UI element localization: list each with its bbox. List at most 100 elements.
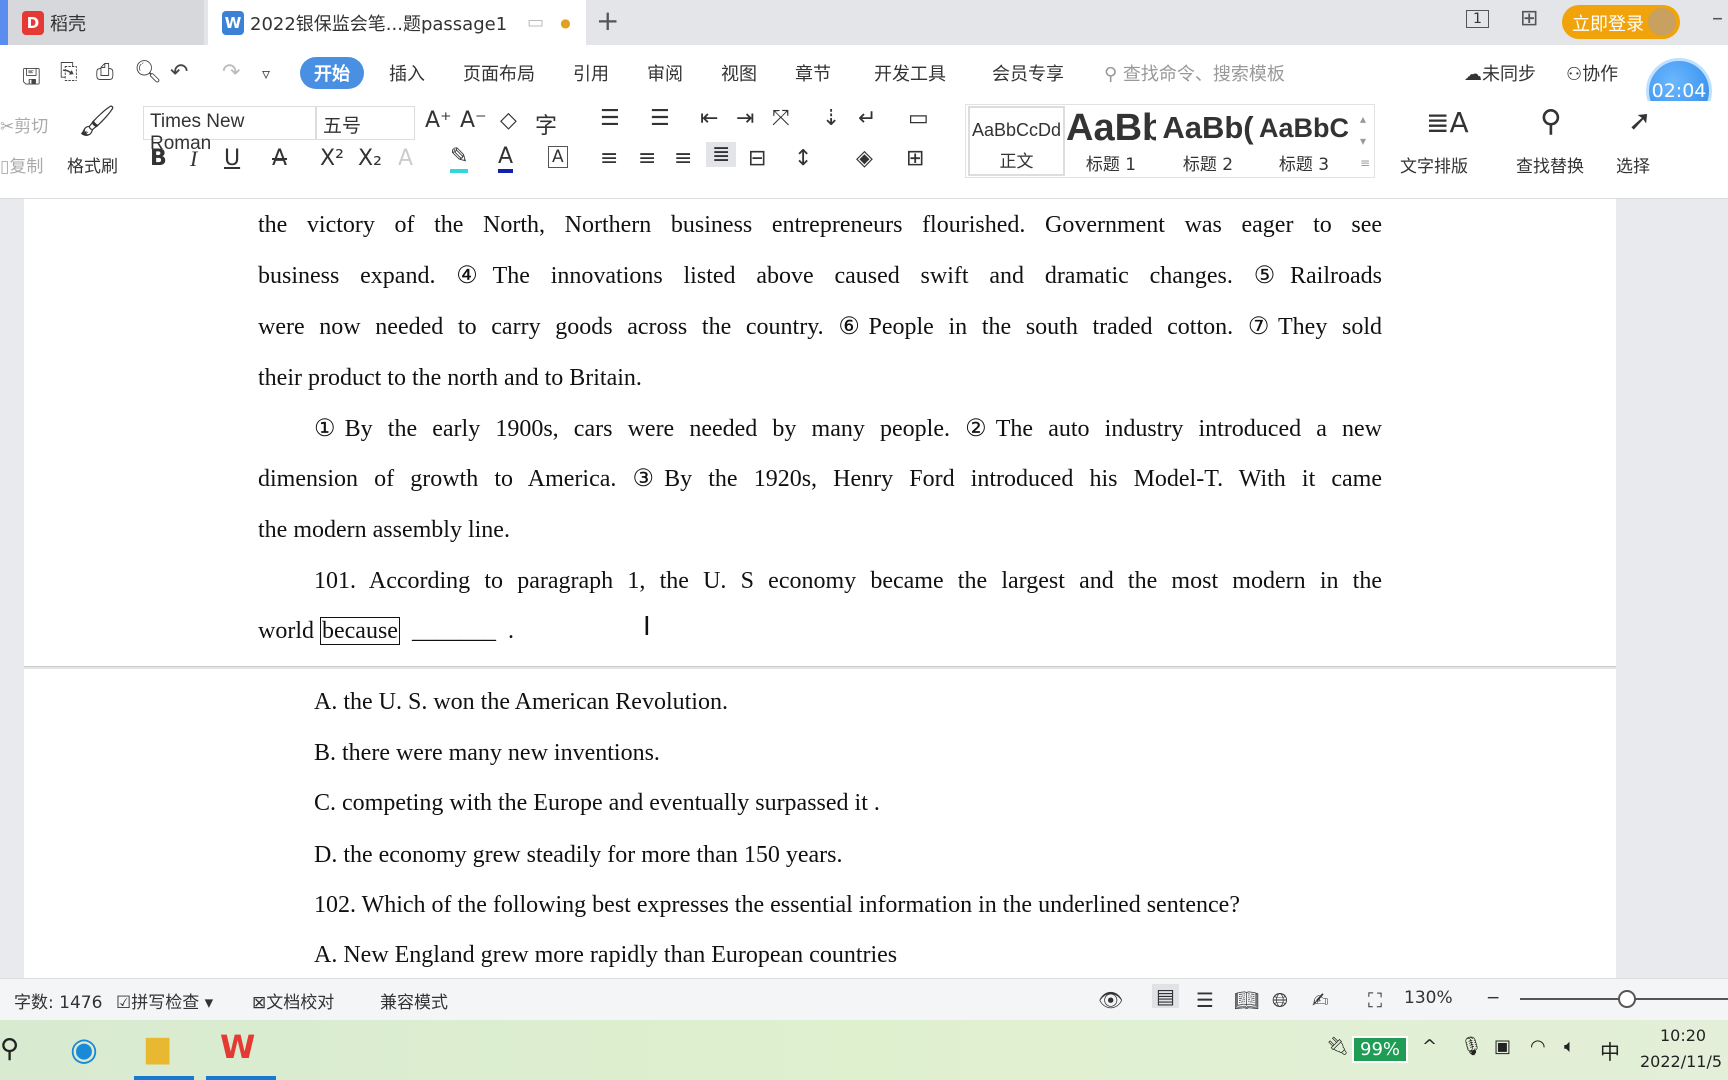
style-heading-1[interactable]: AaBb 标题 1 [1066,106,1156,176]
numbering-icon[interactable]: ☰ [650,106,670,131]
menu-review[interactable]: 审阅 [647,60,683,86]
reading-view-icon[interactable]: 📖︎ [1234,988,1259,1012]
sync-button[interactable]: ☁未同步 [1464,60,1536,86]
distributed-icon[interactable]: ⊟ [748,146,766,171]
select-button[interactable]: 选择 [1616,152,1650,177]
doc-line: C. competing with the Europe and eventua… [314,790,880,816]
font-name-select[interactable]: Times New Roman [143,106,316,154]
font-color-icon[interactable]: A [498,144,514,173]
line-spacing-icon[interactable]: ↕ [794,146,812,171]
char-border-icon[interactable]: A [548,146,568,168]
search-icon[interactable]: ⚲ [0,1034,19,1064]
export-pdf-icon[interactable]: ⎘ [60,60,78,85]
text-run: _______ . [399,618,514,644]
text-effect-icon[interactable]: A [398,146,413,171]
edge-icon[interactable]: ◉ [70,1030,98,1068]
highlight-icon[interactable]: ✎ [450,144,469,173]
undo-icon[interactable]: ↶ [170,60,188,85]
microphone-icon[interactable]: 🎙︎ [1460,1036,1483,1057]
grow-font-icon[interactable]: A⁺ [425,108,452,133]
battery-indicator[interactable]: 99% [1352,1036,1409,1063]
ruler-icon[interactable]: ▭ [908,106,929,131]
menu-insert[interactable]: 插入 [389,60,425,86]
print-preview-icon[interactable]: 🔍︎ [134,60,162,85]
superscript-icon[interactable]: X² [320,146,344,171]
find-replace-button[interactable]: 查找替换 [1516,152,1584,177]
show-marks-icon[interactable]: ↵ [858,106,876,131]
subscript-icon[interactable]: X₂ [358,146,382,171]
align-left-icon[interactable]: ≡ [600,146,618,171]
write-view-icon[interactable]: ✍︎ [1312,988,1329,1012]
text-layout-icon: ≣A [1426,106,1469,139]
page-icon[interactable]: 1 [1466,10,1489,28]
volume-icon[interactable]: 🔈︎ [1564,1036,1575,1057]
collab-button[interactable]: ⚇协作 [1566,60,1618,86]
underline-icon[interactable]: U [224,146,240,171]
spell-check-button[interactable]: ☑拼写检查 ▾ [116,988,213,1013]
tab-daoke[interactable]: D 稻壳 [8,0,204,45]
new-tab-button[interactable]: + [596,4,619,37]
ime-indicator[interactable]: 中 [1600,1036,1620,1065]
menu-member[interactable]: 会员专享 [992,60,1064,86]
clear-format-icon[interactable]: ◇ [500,108,517,133]
style-normal[interactable]: AaBbCcDd 正文 [968,106,1065,176]
page-view-icon[interactable]: ▤ [1152,984,1179,1008]
doc-line: B. there were many new inventions. [314,740,660,766]
menu-page-layout[interactable]: 页面布局 [463,60,535,86]
outline-view-icon[interactable]: ☰ [1196,988,1214,1012]
cut-button[interactable]: ✂剪切 [0,112,48,137]
minimize-button[interactable]: – [1712,6,1723,31]
bold-icon[interactable]: B [150,146,167,171]
print-icon[interactable]: ⎙ [96,60,114,85]
bullets-icon[interactable]: ☰ [600,106,620,131]
chinese-layout-icon[interactable]: ⤧ [772,106,790,131]
copy-button[interactable]: ▯复制 [0,152,43,177]
wifi-icon[interactable]: ◠ [1530,1036,1546,1057]
decrease-indent-icon[interactable]: ⇤ [700,106,718,131]
shrink-font-icon[interactable]: A⁻ [460,108,487,133]
style-heading-3[interactable]: AaBbC 标题 3 [1258,106,1350,176]
clock-date[interactable]: 2022/11/5 [1640,1052,1722,1071]
customize-icon[interactable]: ▿ [262,64,270,83]
menu-references[interactable]: 引用 [573,60,609,86]
borders-icon[interactable]: ⊞ [906,146,924,171]
menu-developer[interactable]: 开发工具 [874,60,946,86]
doc-line: the victory of the North, Northern busin… [258,212,1382,238]
font-size-select[interactable]: 五号 [316,106,415,140]
menu-view[interactable]: 视图 [721,60,757,86]
wps-icon[interactable]: W [220,1028,255,1066]
strikethrough-icon[interactable]: A [272,146,287,171]
proofread-button[interactable]: ⊠文档校对 [252,988,334,1013]
word-count[interactable]: 字数: 1476 [14,988,102,1013]
grid-icon[interactable]: ⊞ [1520,6,1538,31]
menu-chapter[interactable]: 章节 [795,60,831,86]
phonetic-icon[interactable]: 字 [535,108,557,140]
redo-icon[interactable]: ↷ [222,60,240,85]
chevron-up-icon[interactable]: ^ [1422,1036,1437,1057]
login-button[interactable]: 立即登录 [1562,5,1680,39]
fit-page-icon[interactable]: ⛶ [1368,988,1382,1012]
file-explorer-icon[interactable]: ▆ [146,1030,169,1065]
justify-icon[interactable]: ≣ [706,142,737,167]
align-right-icon[interactable]: ≡ [674,146,692,171]
zoom-out-button[interactable]: − [1486,988,1500,1008]
style-scroll-icon[interactable]: ▴ ▾ ≡ [1360,108,1370,174]
menu-start[interactable]: 开始 [300,57,364,89]
shading-icon[interactable]: ◈ [856,146,873,171]
text-layout-button[interactable]: 文字排版 [1400,152,1468,177]
zoom-slider-handle[interactable] [1618,990,1636,1008]
format-painter-button[interactable]: 格式刷 [67,152,118,177]
clock-time[interactable]: 10:20 [1660,1026,1706,1045]
tab-document[interactable]: W 2022银保监会笔...题passage1 ▭ ● [208,0,586,45]
sort-icon[interactable]: ⇣ [822,106,840,131]
italic-icon[interactable]: I [190,146,197,172]
web-view-icon[interactable]: 🌐︎ [1272,988,1288,1012]
save-icon[interactable]: 🖫 [22,60,41,98]
device-icon[interactable]: ▣ [1494,1036,1511,1057]
style-heading-2[interactable]: AaBb(标题 2 [1162,106,1254,176]
command-search[interactable]: ⚲ 查找命令、搜索模板 [1104,60,1285,86]
align-center-icon[interactable]: ≡ [638,146,656,171]
increase-indent-icon[interactable]: ⇥ [736,106,754,131]
zoom-level-select[interactable]: 130% [1404,988,1453,1008]
eye-protect-icon[interactable]: 👁︎ [1098,988,1123,1012]
